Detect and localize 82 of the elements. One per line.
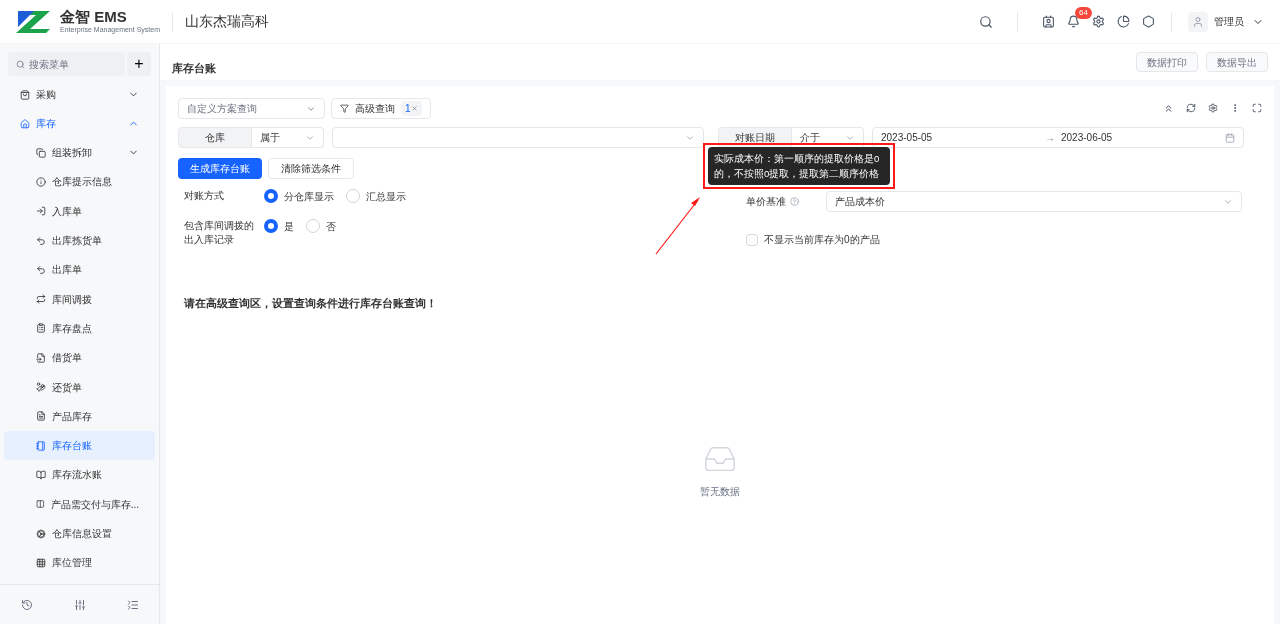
- advanced-query-button[interactable]: 高级查询 1: [331, 98, 431, 119]
- menu-item[interactable]: 还货单: [4, 372, 155, 402]
- hand-coins-icon: [36, 382, 46, 392]
- bell-icon[interactable]: [1067, 15, 1080, 28]
- notebook-icon: [36, 440, 46, 451]
- menu-item[interactable]: 借货单: [4, 343, 155, 373]
- login-icon: [36, 206, 46, 217]
- info-icon: [36, 176, 46, 187]
- checkbox-label[interactable]: 不显示当前库存为0的产品: [764, 232, 880, 247]
- radio-button[interactable]: [264, 189, 278, 203]
- annotation-arrow: [654, 196, 702, 256]
- clipboard-icon: [36, 323, 46, 334]
- menu-item[interactable]: 出库单: [4, 255, 155, 285]
- collapse-menu-icon[interactable]: [126, 598, 139, 611]
- operator-select[interactable]: 属于: [252, 127, 324, 148]
- menu-item[interactable]: 库间调拨: [4, 284, 155, 314]
- radio-label[interactable]: 是: [284, 218, 294, 234]
- fullscreen-icon[interactable]: [1252, 103, 1262, 113]
- radio-label[interactable]: 否: [326, 218, 336, 234]
- checkbox[interactable]: [746, 233, 758, 246]
- document-icon: [36, 411, 46, 422]
- tooltip: 实际成本价：第一顺序的提取价格是0的，不按照0提取，提取第二顺序价格: [708, 147, 890, 185]
- option-label: 对账方式: [184, 189, 225, 203]
- repeat-icon: [36, 294, 46, 305]
- user-name[interactable]: 管理员: [1214, 14, 1244, 29]
- empty-text: 暂无数据: [700, 484, 740, 499]
- price-basis-select[interactable]: 产品成本价: [826, 191, 1242, 212]
- menu-item[interactable]: 库存流水账: [4, 460, 155, 490]
- refresh-icon[interactable]: [1186, 103, 1196, 113]
- search-icon[interactable]: [979, 14, 993, 29]
- calendar-icon: [1225, 132, 1235, 143]
- menu-item[interactable]: 产品需交付与库存...: [4, 489, 155, 519]
- count-tag[interactable]: 1: [401, 101, 422, 116]
- undo-arrow-icon: [36, 235, 46, 246]
- add-button[interactable]: +: [127, 52, 151, 76]
- filter-icon: [340, 104, 349, 113]
- date-range-field[interactable]: 2023-05-05 → 2023-06-05: [872, 127, 1244, 148]
- menu-group[interactable]: 采购: [0, 80, 159, 109]
- menu-item[interactable]: 库位管理: [4, 548, 155, 578]
- menu-group[interactable]: 库存: [0, 109, 159, 138]
- grid-icon: [36, 557, 46, 568]
- radio-label[interactable]: 分仓库显示: [284, 188, 334, 204]
- page-title: 库存台账: [172, 60, 217, 76]
- settings-icon[interactable]: [1092, 15, 1105, 28]
- collapse-icon[interactable]: [1163, 103, 1174, 114]
- menu-item[interactable]: 产品库存: [4, 401, 155, 431]
- menu-item[interactable]: 入库单: [4, 196, 155, 226]
- bag-icon: [20, 89, 30, 100]
- radio-label[interactable]: 汇总显示: [366, 188, 406, 204]
- pie-chart-icon[interactable]: [1117, 15, 1130, 28]
- menu-item[interactable]: 仓库信息设置: [4, 518, 155, 549]
- brand-name: 金智 EMS: [60, 9, 128, 25]
- contacts-icon[interactable]: [1042, 15, 1055, 28]
- radio-button[interactable]: [264, 219, 278, 233]
- book-icon: [36, 469, 46, 480]
- scheme-select[interactable]: 自定义方案查询: [178, 98, 325, 119]
- gear-icon: [36, 528, 46, 539]
- copy-icon: [36, 147, 46, 158]
- home-icon: [20, 118, 30, 129]
- menu-item[interactable]: 组装拆卸: [4, 138, 155, 168]
- option-label: 单价基准: [746, 194, 826, 209]
- menu-search-field[interactable]: 搜索菜单: [8, 52, 125, 76]
- user-icon: [1192, 15, 1204, 28]
- undo-arrow-icon: [36, 264, 46, 275]
- history-icon[interactable]: [20, 598, 33, 611]
- query-button[interactable]: 清除筛选条件: [268, 158, 354, 179]
- company-name: 山东杰瑞高科: [185, 12, 269, 31]
- sliders-icon[interactable]: [73, 598, 86, 611]
- menu-item[interactable]: 仓库提示信息: [4, 167, 155, 197]
- hexagon-icon[interactable]: [1142, 15, 1155, 28]
- menu-item[interactable]: 出库拣货单: [4, 225, 155, 256]
- search-icon: [16, 59, 25, 69]
- filter-field-label: 仓库: [178, 127, 252, 148]
- query-button[interactable]: 生成库存台账: [178, 158, 262, 179]
- columns-icon: [36, 499, 45, 510]
- notification-badge: 64: [1075, 7, 1092, 19]
- menu-item[interactable]: 库存盘点: [4, 313, 155, 344]
- settings-icon[interactable]: [1208, 103, 1218, 113]
- menu-item[interactable]: 库存台账: [4, 430, 155, 461]
- file-icon: [36, 352, 46, 363]
- option-label: 包含库间调拨的出入库记录: [184, 219, 254, 247]
- query-hint: 请在高级查询区，设置查询条件进行库存台账查询！: [183, 296, 438, 311]
